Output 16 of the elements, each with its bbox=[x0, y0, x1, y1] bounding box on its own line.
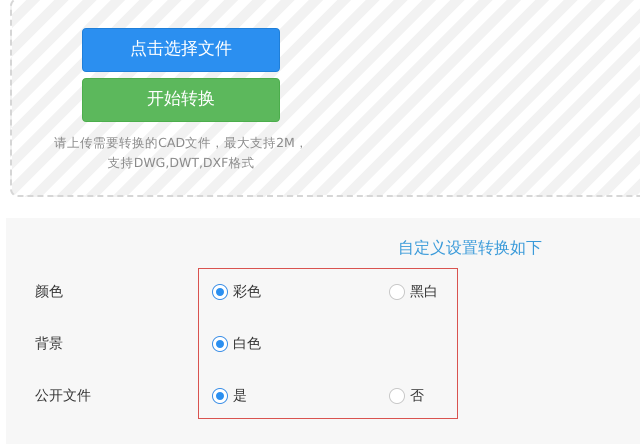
radio-button[interactable] bbox=[212, 336, 228, 352]
radio-option[interactable]: 是 bbox=[212, 386, 389, 406]
radio-option[interactable]: 黑白 bbox=[389, 282, 438, 302]
radio-button[interactable] bbox=[389, 388, 405, 404]
setting-label: 颜色 bbox=[35, 282, 64, 302]
setting-label: 公开文件 bbox=[35, 386, 92, 406]
radio-button[interactable] bbox=[212, 284, 228, 300]
setting-label: 背景 bbox=[35, 334, 64, 354]
settings-heading: 自定义设置转换如下 bbox=[398, 237, 542, 259]
upload-hint: 请上传需要转换的CAD文件，最大支持2M， bbox=[54, 134, 308, 152]
radio-option[interactable]: 否 bbox=[389, 386, 424, 406]
radio-option[interactable]: 彩色 bbox=[212, 282, 389, 302]
radio-button[interactable] bbox=[212, 388, 228, 404]
radio-option[interactable]: 白色 bbox=[212, 334, 389, 354]
radio-button[interactable] bbox=[389, 284, 405, 300]
upload-hint: 支持DWG,DWT,DXF格式 bbox=[108, 154, 254, 172]
